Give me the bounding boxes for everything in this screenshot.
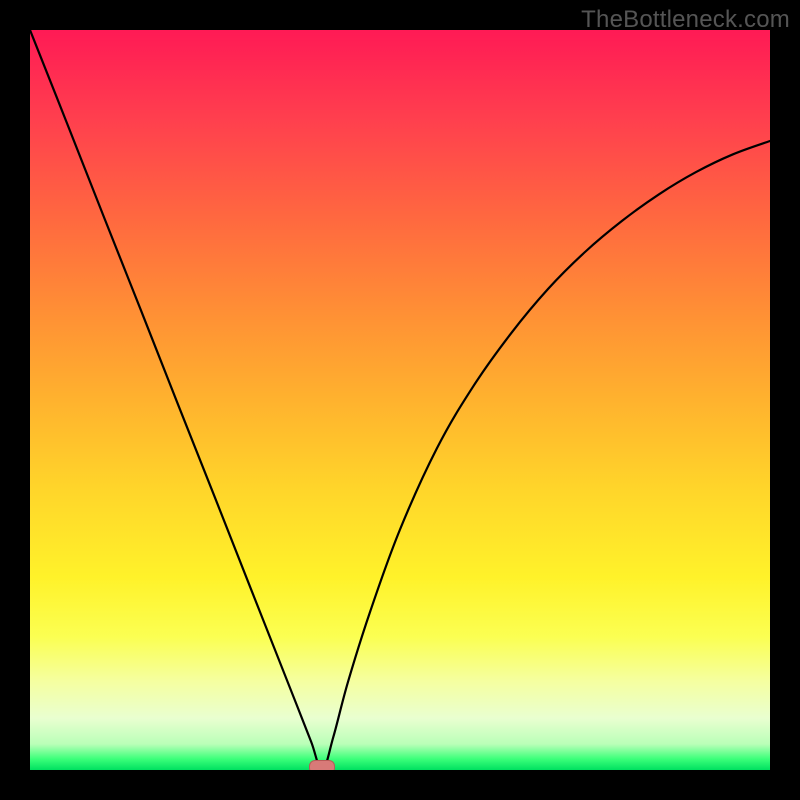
plot-area	[30, 30, 770, 770]
chart-frame: TheBottleneck.com	[0, 0, 800, 800]
curve-svg	[30, 30, 770, 770]
minimum-marker	[309, 760, 335, 770]
bottleneck-curve	[30, 30, 770, 770]
watermark-text: TheBottleneck.com	[581, 6, 790, 34]
